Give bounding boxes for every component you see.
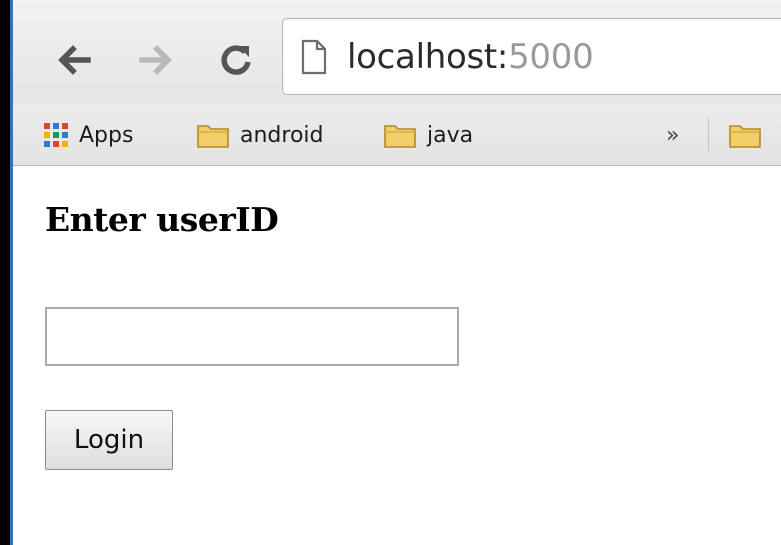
address-bar[interactable]: localhost:5000 <box>282 18 781 95</box>
login-button[interactable]: Login <box>45 410 173 470</box>
bookmark-java-label: java <box>427 122 474 148</box>
bookmarks-bar: Apps android java » <box>13 105 781 166</box>
bookmark-java[interactable]: java <box>383 117 473 153</box>
window-accent-edge <box>10 0 13 545</box>
page-heading: Enter userID <box>45 200 279 239</box>
bookmark-folder-partial[interactable] <box>728 117 772 153</box>
url-port: 5000 <box>508 37 594 77</box>
url-host: localhost: <box>347 37 509 77</box>
forward-arrow-icon <box>139 45 172 75</box>
url-text: localhost:5000 <box>347 37 594 77</box>
bookmarks-separator <box>708 117 709 153</box>
folder-icon <box>729 125 761 148</box>
page-icon <box>301 39 327 75</box>
bookmark-apps[interactable]: Apps <box>43 117 133 153</box>
folder-icon <box>197 125 229 148</box>
reload-button[interactable] <box>215 37 257 83</box>
apps-grid-icon <box>44 123 68 147</box>
forward-button[interactable] <box>135 37 177 83</box>
bookmark-android[interactable]: android <box>196 117 324 153</box>
folder-icon <box>384 125 416 148</box>
back-button[interactable] <box>53 37 95 83</box>
window-left-edge <box>0 0 10 545</box>
reload-icon <box>221 45 251 75</box>
userid-input[interactable] <box>45 307 459 366</box>
bookmark-apps-label: Apps <box>79 122 134 148</box>
page-content: Enter userID Login <box>13 166 781 545</box>
bookmark-android-label: android <box>240 122 324 148</box>
back-arrow-icon <box>58 45 91 75</box>
browser-window: localhost:5000 Apps android java » Enter… <box>0 0 781 545</box>
bookmarks-overflow-button[interactable]: » <box>666 117 679 153</box>
